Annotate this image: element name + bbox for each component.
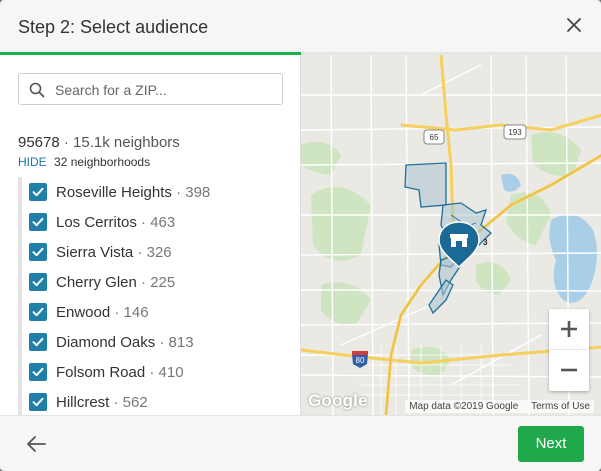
plus-icon <box>561 321 577 337</box>
store-icon <box>450 234 468 247</box>
select-audience-dialog: Step 2: Select audience 95678 · 15.1k ne… <box>0 0 601 471</box>
neighborhood-item[interactable]: Los Cerritos · 463 <box>22 207 292 237</box>
zoom-control <box>549 309 589 391</box>
route-65-label: 65 <box>430 133 439 142</box>
zoom-in-button[interactable] <box>549 309 589 350</box>
neighborhood-count-value: · 562 <box>113 394 148 411</box>
arrow-left-icon <box>27 436 46 452</box>
zip-code: 95678 <box>18 134 60 151</box>
neighborhood-item[interactable]: Folsom Road · 410 <box>22 357 292 387</box>
neighborhood-label: Hillcrest · 562 <box>56 394 148 411</box>
zip-summary: 95678 · 15.1k neighbors <box>18 134 180 151</box>
minus-icon <box>561 368 577 372</box>
dialog-header: Step 2: Select audience <box>0 0 601 54</box>
neighborhood-label: Diamond Oaks · 813 <box>56 334 194 351</box>
neighborhood-count-value: · 398 <box>176 184 211 201</box>
checkbox[interactable] <box>29 273 47 291</box>
terms-of-use-link[interactable]: Terms of Use <box>531 401 590 412</box>
neighborhood-name: Hillcrest <box>56 394 110 411</box>
checkmark-icon <box>32 397 44 407</box>
neighborhood-count-value: · 463 <box>141 214 176 231</box>
checkbox[interactable] <box>29 213 47 231</box>
neighborhood-toggle-line: HIDE 32 neighborhoods <box>18 155 150 169</box>
checkmark-icon <box>32 217 44 227</box>
checkbox[interactable] <box>29 363 47 381</box>
map-count-label: 3 <box>483 238 488 247</box>
map-attribution: Map data ©2019 Google Terms of Use <box>405 400 594 413</box>
checkmark-icon <box>32 247 44 257</box>
search-icon <box>29 82 45 98</box>
checkbox[interactable] <box>29 183 47 201</box>
neighborhood-count-value: · 326 <box>137 244 172 261</box>
neighborhood-item[interactable]: Diamond Oaks · 813 <box>22 327 292 357</box>
checkmark-icon <box>32 367 44 377</box>
map-attribution-bar: Google Map data ©2019 Google Terms of Us… <box>301 391 601 415</box>
route-80-label: 80 <box>356 356 365 365</box>
map-data-text: Map data ©2019 Google <box>409 401 519 412</box>
neighborhood-label: Roseville Heights · 398 <box>56 184 210 201</box>
next-button[interactable]: Next <box>518 426 584 462</box>
neighborhood-panel: 95678 · 15.1k neighbors HIDE 32 neighbor… <box>0 55 300 415</box>
neighborhood-name: Los Cerritos <box>56 214 137 231</box>
neighborhood-count-value: · 410 <box>149 364 184 381</box>
neighborhood-label: Folsom Road · 410 <box>56 364 184 381</box>
neighborhood-count-value: · 225 <box>141 274 176 291</box>
checkbox[interactable] <box>29 303 47 321</box>
google-logo: Google <box>308 391 368 410</box>
checkmark-icon <box>32 337 44 347</box>
neighborhood-list: Roseville Heights · 398 Los Cerritos · 46… <box>18 177 292 415</box>
dialog-footer: Next <box>0 415 601 471</box>
neighborhood-name: Folsom Road <box>56 364 146 381</box>
checkmark-icon <box>32 307 44 317</box>
neighborhood-name: Diamond Oaks <box>56 334 156 351</box>
neighborhood-name: Roseville Heights <box>56 184 172 201</box>
neighborhood-name: Cherry Glen <box>56 274 137 291</box>
zip-search-input[interactable] <box>53 78 277 102</box>
zip-neighbors: · 15.1k neighbors <box>63 134 180 151</box>
neighborhood-item[interactable]: Cherry Glen · 225 <box>22 267 292 297</box>
checkmark-icon <box>32 187 44 197</box>
route-193-label: 193 <box>508 128 522 137</box>
hide-link[interactable]: HIDE <box>18 155 47 169</box>
neighborhood-item[interactable]: Hillcrest · 562 <box>22 387 292 415</box>
neighborhood-name: Enwood <box>56 304 111 321</box>
neighborhood-count-value: · 813 <box>159 334 194 351</box>
neighborhood-name: Sierra Vista <box>56 244 134 261</box>
neighborhood-item[interactable]: Enwood · 146 <box>22 297 292 327</box>
neighborhood-count: 32 neighborhoods <box>54 155 151 169</box>
neighborhood-item[interactable]: Sierra Vista · 326 <box>22 237 292 267</box>
checkbox[interactable] <box>29 243 47 261</box>
neighborhood-label: Los Cerritos · 463 <box>56 214 175 231</box>
neighborhood-label: Sierra Vista · 326 <box>56 244 172 261</box>
zip-search <box>18 73 283 105</box>
zoom-out-button[interactable] <box>549 350 589 390</box>
checkmark-icon <box>32 277 44 287</box>
neighborhood-label: Enwood · 146 <box>56 304 149 321</box>
back-button[interactable] <box>26 435 46 453</box>
map-view[interactable]: 65 193 80 3 Google Map data ©2019 Google… <box>300 55 601 415</box>
dialog-title: Step 2: Select audience <box>18 17 209 37</box>
neighborhood-label: Cherry Glen · 225 <box>56 274 175 291</box>
checkbox[interactable] <box>29 393 47 411</box>
checkbox[interactable] <box>29 333 47 351</box>
close-icon[interactable] <box>565 16 583 34</box>
neighborhood-item[interactable]: Roseville Heights · 398 <box>22 177 292 207</box>
neighborhood-count-value: · 146 <box>114 304 149 321</box>
